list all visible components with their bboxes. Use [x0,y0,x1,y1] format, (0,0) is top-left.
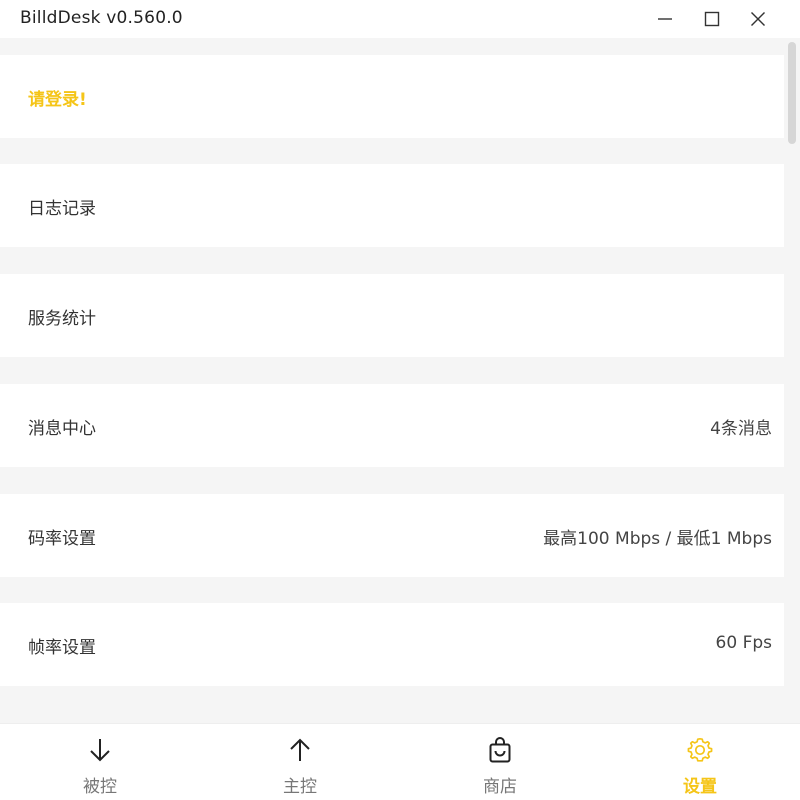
arrow-down-icon [86,736,114,764]
window-title: BilldDesk v0.560.0 [20,8,183,28]
vertical-scrollbar[interactable] [784,38,800,723]
settings-item-log[interactable]: 日志记录 [0,164,784,247]
maximize-icon [704,11,720,27]
settings-item-label: 码率设置 [28,529,96,549]
minimize-button[interactable] [650,4,680,34]
nav-item-label: 主控 [283,777,317,797]
settings-item-stats[interactable]: 服务统计 [0,274,784,357]
close-icon [751,12,765,26]
shopping-bag-icon [486,736,514,764]
settings-item-label: 消息中心 [28,419,96,439]
nav-item-label: 被控 [83,777,117,797]
nav-item-store[interactable]: 商店 [400,724,600,800]
nav-item-controller[interactable]: 主控 [200,724,400,800]
settings-item-messages[interactable]: 消息中心 4条消息 [0,384,784,467]
bottom-nav: 被控 主控 商店 设置 [0,723,800,800]
settings-content: 请登录! 日志记录 服务统计 消息中心 4条消息 码率设置 最高100 Mbps… [0,38,800,723]
bitrate-value: 最高100 Mbps / 最低1 Mbps [543,529,772,549]
settings-item-label: 日志记录 [28,199,96,219]
settings-item-bitrate[interactable]: 码率设置 最高100 Mbps / 最低1 Mbps [0,494,784,577]
maximize-button[interactable] [697,4,727,34]
app-window: BilldDesk v0.560.0 请登录! 日志记录 服务统计 消息中心 4… [0,0,800,800]
minimize-icon [658,18,672,20]
framerate-value: 60 Fps [715,633,772,653]
arrow-up-icon [286,736,314,764]
settings-item-label: 帧率设置 [28,638,96,658]
settings-item-label: 服务统计 [28,309,96,329]
gear-icon [686,736,714,764]
nav-item-label: 设置 [683,777,717,797]
title-bar: BilldDesk v0.560.0 [0,0,800,38]
message-count: 4条消息 [710,419,772,439]
login-row[interactable]: 请登录! [0,55,784,138]
settings-item-framerate[interactable]: 帧率设置 60 Fps [0,603,784,686]
scrollbar-thumb[interactable] [788,42,796,144]
nav-item-controlled[interactable]: 被控 [0,724,200,800]
nav-item-label: 商店 [483,777,517,797]
close-button[interactable] [743,4,773,34]
login-prompt[interactable]: 请登录! [28,85,87,110]
nav-item-settings[interactable]: 设置 [600,724,800,800]
